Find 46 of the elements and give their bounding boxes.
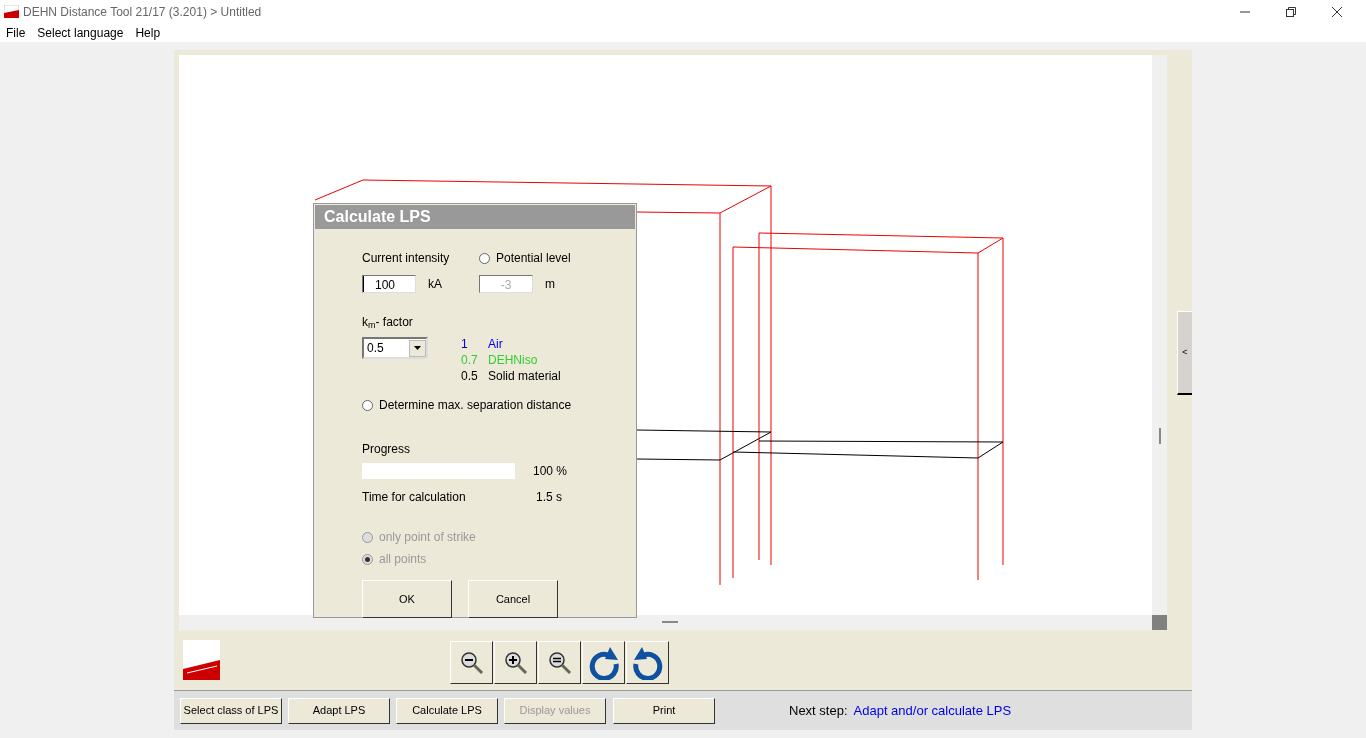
zoom-out-button[interactable] — [450, 641, 493, 684]
progress-reading: 100 % — [533, 463, 568, 480]
zoom-reset-button[interactable] — [538, 641, 581, 684]
zoom-in-button[interactable] — [494, 641, 537, 684]
menu-item[interactable]: File — [0, 23, 32, 42]
status-label: Next step: — [789, 701, 848, 720]
field-label: Current intensity — [362, 250, 451, 267]
horizontal-scrollbar[interactable] — [179, 615, 1152, 630]
status-value: Adapt and/or calculate LPS — [853, 701, 1012, 720]
dialog-title: Calculate LPS — [315, 205, 635, 229]
app-logo-icon — [4, 5, 19, 18]
field-label: k$_{m}$- factor — [362, 314, 414, 331]
rotate-left-button[interactable] — [582, 641, 625, 684]
menu-item[interactable]: Help — [129, 23, 167, 42]
progress-label: Progress — [362, 441, 412, 458]
toolbar-button[interactable]: Select class of LPS — [180, 697, 282, 724]
toolbar-button[interactable]: Print — [613, 697, 715, 724]
unit-label: kA — [428, 276, 443, 293]
restore-icon — [1286, 6, 1296, 17]
toolbar-button[interactable]: Adapt LPS — [288, 697, 390, 724]
legend-entry: 0.5 Solid material — [461, 368, 561, 384]
zoom-reset-icon — [547, 650, 572, 675]
window-title: DEHN Distance Tool 21/17 (3.201) > Untitled — [23, 3, 262, 21]
km-factor-dropdown[interactable]: 0.5 — [362, 337, 428, 359]
legend-entry: 0.7 DEHNiso — [461, 352, 539, 368]
rotate-right-button[interactable] — [626, 641, 669, 684]
collapse-tab[interactable]: < — [1177, 311, 1192, 395]
caret-icon — [414, 346, 421, 350]
max-separation-radio[interactable]: Determine max. separation distance — [362, 396, 636, 414]
time-label: Time for calculation — [362, 489, 467, 506]
legend-entry: 1 Air — [461, 336, 504, 352]
ok-button[interactable]: OK — [362, 580, 452, 618]
time-value: 1.5 s — [536, 489, 562, 506]
rotate-arrow-icon — [587, 645, 620, 680]
zoom-out-icon — [459, 650, 484, 675]
zoom-in-icon — [503, 650, 528, 675]
menu-item[interactable]: Select language — [31, 23, 130, 42]
rotate-arrow-icon — [631, 645, 664, 680]
dehn-logo — [183, 640, 220, 680]
scrollbar-corner — [1152, 615, 1167, 630]
cancel-button[interactable]: Cancel — [468, 580, 558, 618]
current-input-field[interactable]: 100 — [362, 275, 416, 293]
close-icon — [1332, 6, 1342, 17]
unit-label: m — [545, 276, 555, 293]
vertical-scrollbar[interactable] — [1152, 55, 1167, 615]
toolbar-button[interactable]: Calculate LPS — [396, 697, 498, 724]
